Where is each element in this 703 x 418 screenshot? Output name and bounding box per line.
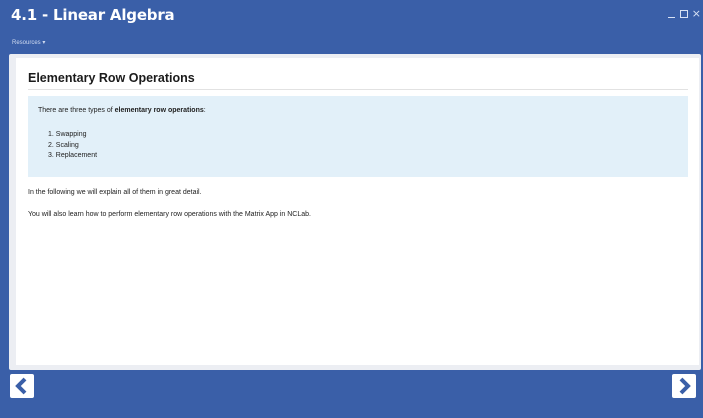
title-bar: 4.1 - Linear Algebra × bbox=[0, 0, 703, 34]
close-button[interactable]: × bbox=[692, 8, 701, 19]
list-item: 2. Scaling bbox=[48, 141, 79, 149]
previous-page-button[interactable] bbox=[10, 374, 34, 398]
paragraph-explanation: In the following we will explain all of … bbox=[28, 189, 202, 196]
minimize-button[interactable] bbox=[667, 9, 676, 19]
intro-text: There are three types of elementary row … bbox=[38, 107, 206, 114]
intro-prefix: There are three types of bbox=[38, 107, 115, 114]
window-controls: × bbox=[667, 8, 701, 19]
chevron-right-icon bbox=[679, 377, 691, 395]
list-item: 1. Swapping bbox=[48, 131, 87, 138]
next-page-button[interactable] bbox=[672, 374, 696, 398]
operations-list: 1. Swapping 2. Scaling 3. Replacement bbox=[48, 130, 97, 162]
content-frame: Elementary Row Operations There are thre… bbox=[9, 54, 701, 370]
intro-bold-term: elementary row operations bbox=[114, 107, 204, 114]
chevron-left-icon bbox=[15, 377, 27, 395]
info-box: There are three types of elementary row … bbox=[28, 96, 688, 177]
lesson-heading: Elementary Row Operations bbox=[28, 71, 195, 85]
app-window: 4.1 - Linear Algebra × Resources ▾ Eleme… bbox=[0, 0, 703, 418]
paragraph-matrix-app: You will also learn how to perform eleme… bbox=[28, 211, 311, 218]
lesson-content: Elementary Row Operations There are thre… bbox=[16, 58, 699, 365]
window-title: 4.1 - Linear Algebra bbox=[11, 6, 175, 24]
list-item: 3. Replacement bbox=[48, 152, 98, 159]
maximize-button[interactable] bbox=[679, 10, 688, 18]
intro-suffix: : bbox=[203, 107, 206, 114]
heading-divider bbox=[28, 89, 688, 90]
resources-menu[interactable]: Resources ▾ bbox=[12, 39, 45, 46]
